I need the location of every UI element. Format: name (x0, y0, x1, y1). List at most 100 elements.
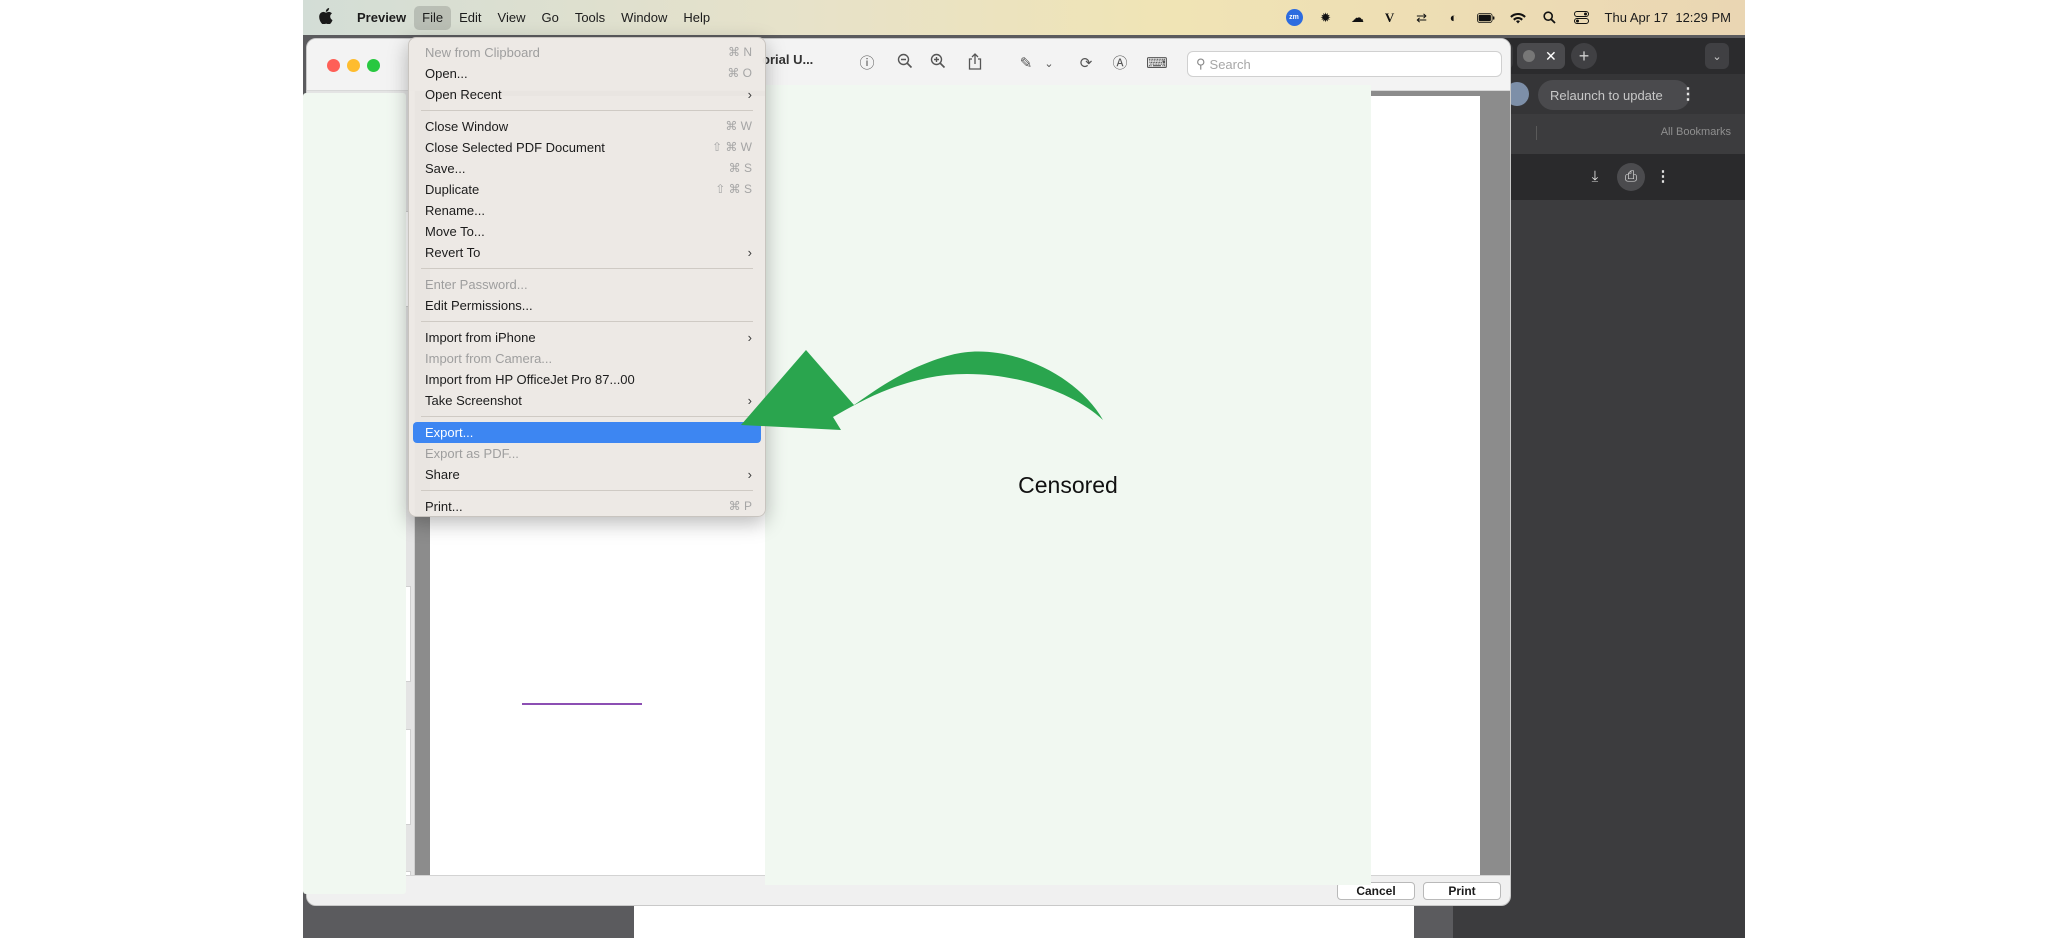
chrome-tab-active[interactable]: ✕ (1517, 43, 1565, 69)
chrome-menu-icon[interactable]: ⋮ (1680, 84, 1696, 104)
submenu-chevron-icon: › (747, 245, 752, 260)
menu-separator (421, 268, 753, 269)
menu-item-label: Export... (425, 425, 474, 440)
markup-icon[interactable]: Ⓐ (1109, 53, 1131, 75)
shortcut-label: ⌘ P (728, 499, 752, 513)
menu-tools[interactable]: Tools (567, 6, 613, 30)
apple-icon[interactable] (303, 7, 349, 28)
minimize-window-button[interactable] (347, 59, 360, 72)
menu-window[interactable]: Window (613, 6, 675, 30)
menu-item-label: Open... (425, 66, 468, 81)
menu-item-open[interactable]: Open... ⌘ O (413, 63, 761, 84)
wifi-icon[interactable] (1509, 9, 1527, 27)
screenshot-stage: Preview File Edit View Go Tools Window H… (303, 0, 1745, 938)
relaunch-label: Relaunch to update (1550, 87, 1663, 103)
menu-item-label: Duplicate (425, 182, 480, 197)
shortcut-label: ⇧ ⌘ W (711, 140, 752, 154)
relaunch-button[interactable]: Relaunch to update (1538, 80, 1690, 110)
menu-item-label: Rename... (425, 203, 485, 218)
censored-region: Censored (765, 85, 1371, 885)
menu-item-new-from-clipboard[interactable]: New from Clipboard ⌘ N (413, 42, 761, 63)
menu-item-label: Enter Password... (425, 277, 528, 292)
menu-item-save[interactable]: Save... ⌘ S (413, 158, 761, 179)
menu-file[interactable]: File (414, 5, 452, 30)
spotlight-search-icon[interactable] (1541, 9, 1559, 27)
highlight-pen-icon[interactable]: ✎ (1015, 53, 1037, 75)
menu-item-label: Take Screenshot (425, 393, 522, 408)
vectorworks-icon[interactable]: V (1381, 9, 1399, 27)
close-tab-icon[interactable]: ✕ (1545, 48, 1557, 65)
menu-edit[interactable]: Edit (451, 6, 489, 30)
menu-item-label: Edit Permissions... (425, 298, 533, 313)
menu-item-duplicate[interactable]: Duplicate ⇧ ⌘ S (413, 179, 761, 200)
info-icon[interactable]: ⓘ (856, 53, 878, 75)
creative-cloud-icon[interactable]: ☁ (1349, 9, 1367, 27)
focus-icon[interactable]: ◐ (1445, 9, 1463, 27)
bookmarks-divider (1536, 126, 1537, 140)
new-tab-button[interactable]: + (1571, 43, 1597, 69)
print-icon[interactable]: ⎙ (1617, 163, 1645, 191)
menu-item-label: Move To... (425, 224, 485, 239)
menu-separator (421, 110, 753, 111)
menu-item-enter-password[interactable]: Enter Password... (413, 274, 761, 295)
search-field[interactable]: ⚲ Search (1187, 51, 1502, 77)
menu-app-name[interactable]: Preview (349, 6, 414, 30)
shortcut-label: ⌘ W (725, 119, 752, 133)
more-options-icon[interactable]: ⋮ (1653, 167, 1673, 187)
menu-item-print[interactable]: Print... ⌘ P (413, 496, 761, 517)
menu-item-label: Export as PDF... (425, 446, 519, 461)
menu-item-revert-to[interactable]: Revert To › (413, 242, 761, 263)
zoom-status-icon[interactable]: zm (1285, 9, 1303, 26)
share-icon[interactable] (964, 53, 986, 75)
background-document (634, 905, 1414, 938)
menu-item-move-to[interactable]: Move To... (413, 221, 761, 242)
status-area: zm ✹ ☁ V ⇄ ◐ Thu Apr 17 12:29 PM (1285, 0, 1731, 35)
menu-view[interactable]: View (490, 6, 534, 30)
menu-item-label: Import from Camera... (425, 351, 553, 366)
menu-item-rename[interactable]: Rename... (413, 200, 761, 221)
page-rule-bottom-left (522, 703, 642, 705)
form-fill-icon[interactable]: ⌨ (1146, 53, 1168, 75)
all-bookmarks-link[interactable]: All Bookmarks (1661, 126, 1731, 138)
menu-separator (421, 490, 753, 491)
rotate-icon[interactable]: ⟳ (1075, 53, 1097, 75)
menu-item-label: Print... (425, 499, 463, 514)
zoom-out-icon[interactable] (894, 53, 916, 75)
menu-item-close-selected-pdf[interactable]: Close Selected PDF Document ⇧ ⌘ W (413, 137, 761, 158)
highlight-menu-chevron-icon[interactable]: ⌄ (1038, 53, 1060, 75)
close-window-button[interactable] (327, 59, 340, 72)
submenu-chevron-icon: › (747, 87, 752, 102)
shortcut-label: ⇧ ⌘ S (715, 182, 752, 196)
submenu-chevron-icon: › (747, 467, 752, 482)
download-pdf-icon[interactable]: ⤓ (1585, 167, 1605, 187)
menu-item-open-recent[interactable]: Open Recent › (413, 84, 761, 105)
file-menu-dropdown: New from Clipboard ⌘ N Open... ⌘ O Open Re… (408, 37, 766, 517)
toggle-icon[interactable]: ⇄ (1413, 9, 1431, 27)
annotation-arrow-icon (741, 350, 1103, 430)
menu-item-label: Save... (425, 161, 466, 176)
print-button[interactable]: Print (1423, 882, 1501, 900)
menu-item-label: Close Selected PDF Document (425, 140, 605, 155)
shortcut-label: ⌘ N (728, 45, 752, 59)
zoom-window-button[interactable] (367, 59, 380, 72)
zoom-in-icon[interactable] (927, 53, 949, 75)
censored-label: Censored (1018, 471, 1118, 498)
search-placeholder: Search (1209, 56, 1251, 72)
chrome-tab-favicon-icon (1523, 50, 1535, 62)
menu-item-label: Import from iPhone (425, 330, 536, 345)
menu-item-export-as-pdf[interactable]: Export as PDF... (413, 443, 761, 464)
censored-sidebar-region (303, 93, 406, 894)
menu-item-edit-permissions[interactable]: Edit Permissions... (413, 295, 761, 316)
tab-search-button[interactable]: ⌄ (1705, 43, 1729, 69)
menu-help[interactable]: Help (675, 6, 718, 30)
control-center-icon[interactable] (1573, 9, 1591, 27)
shortcut-label: ⌘ S (728, 161, 752, 175)
menu-item-label: Share (425, 467, 460, 482)
menu-item-close-window[interactable]: Close Window ⌘ W (413, 116, 761, 137)
menu-clock[interactable]: Thu Apr 17 12:29 PM (1605, 10, 1731, 25)
menu-go[interactable]: Go (533, 6, 566, 30)
menu-bar: Preview File Edit View Go Tools Window H… (303, 0, 1745, 35)
sun-icon[interactable]: ✹ (1317, 9, 1335, 27)
battery-icon[interactable] (1476, 9, 1495, 27)
menu-item-share[interactable]: Share › (413, 464, 761, 485)
